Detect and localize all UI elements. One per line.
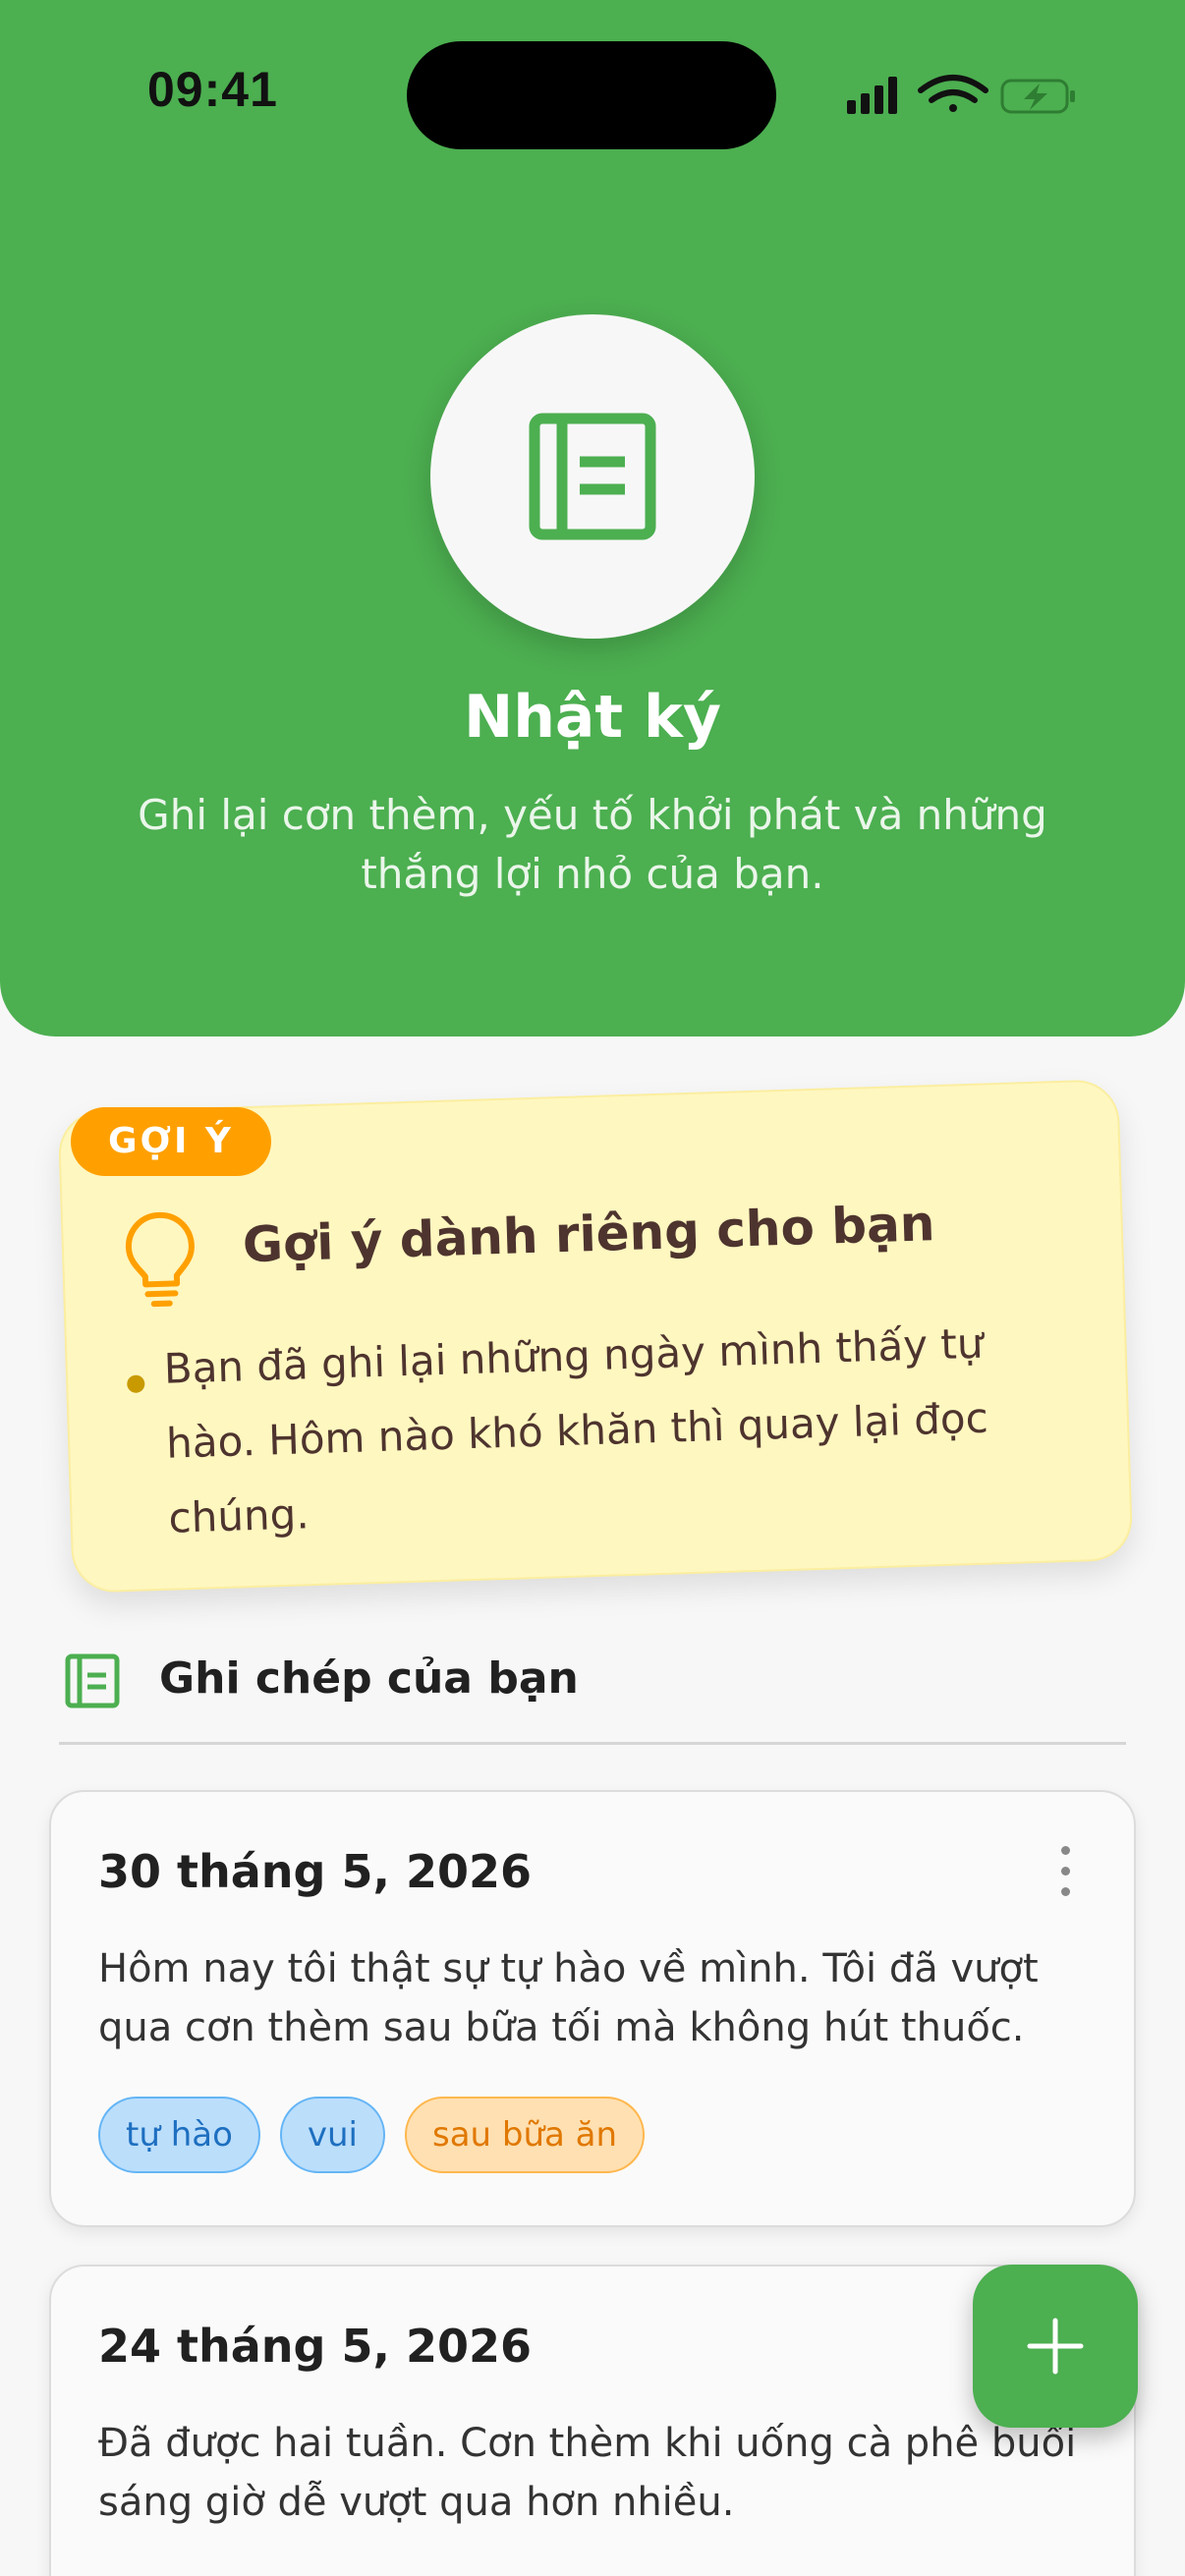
page-title: Nhật ký [463, 683, 721, 752]
page-subtitle: Ghi lại cơn thèm, yếu tố khởi phát và nh… [138, 791, 1047, 898]
journal-icon [65, 1653, 120, 1708]
lightbulb-icon [125, 1211, 195, 1308]
tip-card-wrapper: Gợi ý dành riêng cho bạn Bạn đã ghi lại … [57, 1079, 1134, 1594]
journal-icon [529, 413, 656, 540]
tip-text: Bạn đã ghi lại những ngày mình thấy tự h… [163, 1318, 989, 1542]
entry-date: 30 tháng 5, 2026 [98, 1845, 533, 1898]
bullet-dot [127, 1374, 145, 1393]
entry-date: 24 tháng 5, 2026 [98, 2320, 533, 2373]
plus-icon [1027, 2318, 1084, 2375]
tag-chip[interactable]: tự hào [98, 2097, 260, 2173]
entry-text: Đã được hai tuần. Cơn thèm khi uống cà p… [98, 2421, 1077, 2525]
dynamic-island [407, 41, 776, 149]
status-icons [847, 75, 1075, 114]
signal-icon [847, 77, 897, 114]
add-entry-button[interactable] [973, 2265, 1138, 2428]
tag-chip[interactable]: sau bữa ăn [405, 2097, 646, 2173]
entry-tags: tự hào vui sau bữa ăn [98, 2097, 646, 2173]
header: 09:41 Nhật ký Ghi lại cơn thèm, yếu tố k… [0, 0, 1185, 1036]
journal-entry-card[interactable]: 30 tháng 5, 2026 Hôm nay tôi thật sự tự … [49, 1790, 1136, 2227]
more-options-button[interactable] [1055, 1846, 1075, 1905]
tip-badge: GỢI Ý [71, 1107, 271, 1176]
battery-charging-icon [1000, 79, 1075, 114]
divider [59, 1742, 1126, 1745]
tip-title: Gợi ý dành riêng cho bạn [241, 1195, 936, 1274]
section-title: Ghi chép của bạn [159, 1653, 579, 1704]
wifi-icon [918, 75, 988, 112]
hero-icon-circle [430, 314, 755, 639]
status-time: 09:41 [147, 62, 278, 117]
entry-text: Hôm nay tôi thật sự tự hào về mình. Tôi … [98, 1946, 1039, 2050]
tag-chip[interactable]: vui [279, 2097, 385, 2173]
